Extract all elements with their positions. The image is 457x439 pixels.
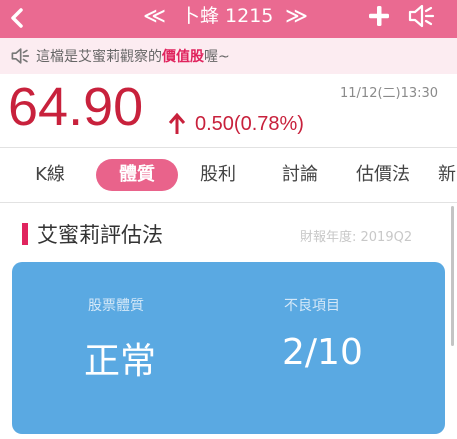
quote-timestamp: 11/12(二)13:30	[340, 86, 439, 101]
tab-news[interactable]: 新	[438, 159, 457, 191]
report-year: 財報年度: 2019Q2	[300, 230, 413, 245]
section-marker	[22, 223, 28, 245]
stock-title: 卜蜂 1215	[181, 5, 274, 27]
stock-app: ≪ 卜蜂 1215 ≫ 這檔是艾蜜莉觀察的 價值股 喔~ 64.90 0.50(…	[0, 0, 457, 439]
tab-kline[interactable]: K線	[22, 159, 78, 191]
add-icon[interactable]	[368, 5, 390, 27]
tab-valuation[interactable]: 估價法	[345, 159, 421, 191]
section-title: 艾蜜莉評估法	[37, 223, 163, 247]
speaker-icon	[10, 47, 30, 65]
price-change: 0.50(0.78%)	[195, 113, 304, 135]
speaker-icon[interactable]	[407, 3, 435, 29]
tab-bar: K線 體質 股利 討論 估價法 新	[0, 148, 457, 202]
health-value: 正常	[84, 341, 157, 382]
stock-price: 64.90	[8, 77, 144, 137]
evaluation-card[interactable]: 股票體質 正常 不良項目 2/10	[12, 262, 445, 434]
next-stock-button[interactable]: ≫	[285, 0, 308, 32]
back-chevron-icon[interactable]	[6, 3, 28, 33]
divider	[0, 202, 457, 203]
announcement-text: 這檔是艾蜜莉觀察的	[36, 49, 162, 65]
tab-fundamentals[interactable]: 體質	[96, 159, 178, 191]
announcement-highlight: 價值股	[162, 49, 204, 65]
scrollbar[interactable]	[451, 206, 454, 346]
header-bar: ≪ 卜蜂 1215 ≫	[0, 0, 457, 38]
arrow-up-icon	[168, 112, 186, 136]
tab-dividends[interactable]: 股利	[190, 159, 246, 191]
tab-discussion[interactable]: 討論	[270, 159, 330, 191]
health-label: 股票體質	[88, 298, 144, 314]
bad-items-label: 不良項目	[284, 298, 340, 314]
prev-stock-button[interactable]: ≪	[143, 0, 166, 32]
announcement-bar[interactable]: 這檔是艾蜜莉觀察的 價值股 喔~	[0, 38, 457, 74]
announcement-suffix: 喔~	[204, 49, 230, 65]
bad-items-value: 2/10	[282, 332, 363, 373]
